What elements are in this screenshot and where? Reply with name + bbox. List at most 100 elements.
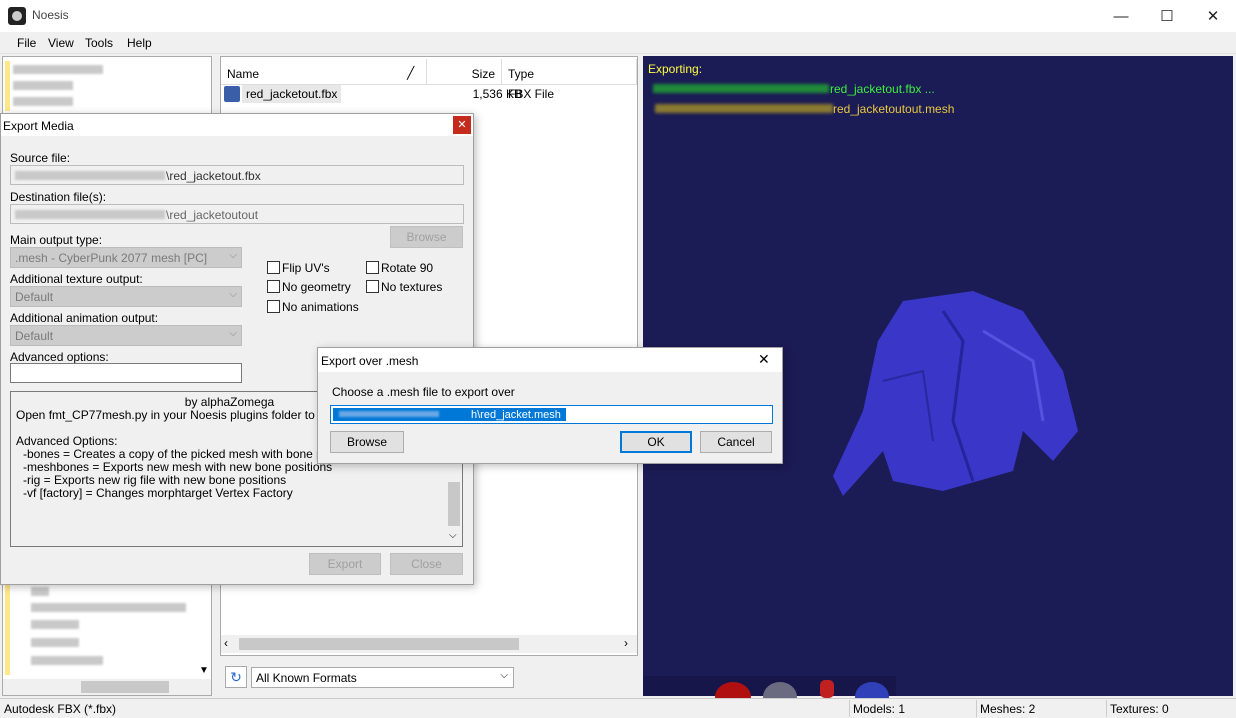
menu-view[interactable]: View	[48, 36, 74, 50]
animation-output-label: Additional animation output:	[10, 311, 159, 325]
status-divider	[976, 700, 977, 717]
export-button[interactable]: Export	[309, 553, 381, 575]
scroll-right-arrow-icon[interactable]: ›	[624, 636, 628, 650]
maximize-button[interactable]: ☐	[1144, 0, 1190, 32]
menu-file[interactable]: File	[17, 36, 36, 50]
export-log-header: Exporting:	[648, 62, 703, 76]
close-icon[interactable]: ✕	[453, 116, 471, 134]
file-list-horizontal-scrollbar[interactable]: ‹ ›	[221, 635, 637, 653]
column-header-type[interactable]: Type	[502, 59, 637, 85]
tree-item[interactable]	[13, 81, 73, 90]
cancel-button[interactable]: Cancel	[700, 431, 772, 453]
column-header-name[interactable]: Name ╱	[221, 59, 427, 85]
export-media-title: Export Media	[3, 119, 74, 133]
tree-item[interactable]	[31, 656, 103, 665]
chevron-down-icon: ⌵	[229, 289, 237, 300]
destination-file-field[interactable]: \red_jacketoutout	[10, 204, 464, 224]
status-format: Autodesk FBX (*.fbx)	[4, 702, 117, 716]
menu-bar: File View Tools Help	[0, 32, 1236, 54]
noesis-app-icon	[8, 7, 26, 25]
file-name: red_jacketout.fbx	[242, 85, 342, 103]
no-textures-label: No textures	[381, 280, 443, 294]
export-log-line1: red_jacketout.fbx ...	[830, 82, 935, 96]
rotate-90-checkbox[interactable]	[366, 261, 379, 274]
mesh-path-input[interactable]: h\red_jacket.mesh	[330, 405, 773, 424]
scroll-left-arrow-icon[interactable]: ‹	[224, 636, 228, 650]
folder-icon	[5, 585, 10, 675]
redacted-path	[655, 104, 833, 113]
material-ball[interactable]	[820, 680, 834, 698]
tree-item[interactable]	[13, 97, 73, 106]
chevron-down-icon: ⌵	[229, 250, 237, 261]
status-divider	[849, 700, 850, 717]
refresh-icon[interactable]: ↻	[225, 666, 247, 688]
column-header-size[interactable]: Size	[427, 59, 502, 85]
fbx-file-icon	[224, 86, 240, 102]
export-over-title: Export over .mesh	[321, 354, 419, 368]
file-row[interactable]: red_jacketout.fbx 1,536 KB FBX File	[224, 85, 636, 103]
window-title: Noesis	[32, 8, 69, 22]
tree-item[interactable]	[31, 587, 49, 596]
minimize-button[interactable]: —	[1098, 0, 1144, 32]
chevron-down-icon: ⌵	[500, 670, 508, 681]
export-media-titlebar: Export Media ✕	[1, 114, 473, 136]
status-models: Models: 1	[853, 702, 906, 716]
tree-horizontal-scrollbar[interactable]	[3, 679, 211, 695]
info-scroll-thumb[interactable]	[448, 482, 460, 526]
ok-button[interactable]: OK	[620, 431, 692, 453]
title-bar: Noesis — ☐ ✕	[0, 0, 1236, 32]
status-meshes: Meshes: 2	[980, 702, 1036, 716]
no-geometry-checkbox[interactable]	[267, 280, 280, 293]
status-bar: Autodesk FBX (*.fbx) Models: 1 Meshes: 2…	[0, 698, 1236, 718]
status-textures: Textures: 0	[1110, 702, 1169, 716]
info-line: Advanced Options:	[16, 434, 118, 448]
advanced-options-label: Advanced options:	[10, 350, 109, 364]
flip-uvs-label: Flip UV's	[282, 261, 330, 275]
tree-item[interactable]	[31, 620, 79, 629]
no-textures-checkbox[interactable]	[366, 280, 379, 293]
browse-button-disabled[interactable]: Browse	[390, 226, 463, 248]
file-list-scroll-thumb[interactable]	[239, 638, 519, 650]
main-output-label: Main output type:	[10, 233, 103, 247]
source-file-field: \red_jacketout.fbx	[10, 165, 464, 185]
tree-item[interactable]	[31, 603, 186, 612]
animation-output-select[interactable]: Default ⌵	[10, 325, 242, 346]
tree-item[interactable]	[31, 638, 79, 647]
export-over-mesh-dialog: Export over .mesh ✕ Choose a .mesh file …	[317, 347, 783, 464]
close-icon[interactable]: ✕	[758, 351, 770, 368]
menu-help[interactable]: Help	[127, 36, 152, 50]
browse-button[interactable]: Browse	[330, 431, 404, 453]
file-type: FBX File	[508, 87, 555, 101]
scroll-down-arrow-icon[interactable]: ⌵	[449, 530, 457, 541]
close-button[interactable]: Close	[390, 553, 463, 575]
info-line: -rig = Exports new rig file with new bon…	[23, 473, 287, 487]
tree-scroll-thumb[interactable]	[81, 681, 169, 693]
export-over-prompt: Choose a .mesh file to export over	[332, 385, 515, 399]
texture-output-select[interactable]: Default ⌵	[10, 286, 242, 307]
no-animations-checkbox[interactable]	[267, 300, 280, 313]
material-strip[interactable]	[643, 676, 896, 712]
main-output-select[interactable]: .mesh - CyberPunk 2077 mesh [PC] ⌵	[10, 247, 242, 268]
scroll-down-arrow-icon[interactable]: ▼	[199, 665, 209, 676]
export-log-line2: red_jacketoutout.mesh	[833, 102, 955, 116]
menu-tools[interactable]: Tools	[85, 36, 113, 50]
no-animations-label: No animations	[282, 300, 359, 314]
format-filter-select[interactable]: All Known Formats ⌵	[251, 667, 514, 688]
flip-uvs-checkbox[interactable]	[267, 261, 280, 274]
texture-output-label: Additional texture output:	[10, 272, 143, 286]
chevron-down-icon: ⌵	[229, 328, 237, 339]
rotate-90-label: Rotate 90	[381, 261, 434, 275]
folder-icon	[5, 61, 10, 111]
info-line: -vf [factory] = Changes morphtarget Vert…	[23, 486, 293, 500]
jacket-model	[833, 291, 1078, 496]
tree-item[interactable]	[13, 65, 103, 74]
no-geometry-label: No geometry	[282, 280, 351, 294]
sort-indicator-icon: ╱	[407, 66, 415, 80]
destination-file-label: Destination file(s):	[10, 190, 107, 204]
redacted-path	[653, 84, 829, 93]
close-window-button[interactable]: ✕	[1190, 0, 1236, 32]
advanced-options-input[interactable]	[10, 363, 242, 383]
info-line: Open fmt_CP77mesh.py in your Noesis plug…	[16, 408, 358, 422]
mesh-path-text: h\red_jacket.mesh	[471, 409, 561, 421]
info-line: -bones = Creates a copy of the picked me…	[23, 447, 364, 461]
